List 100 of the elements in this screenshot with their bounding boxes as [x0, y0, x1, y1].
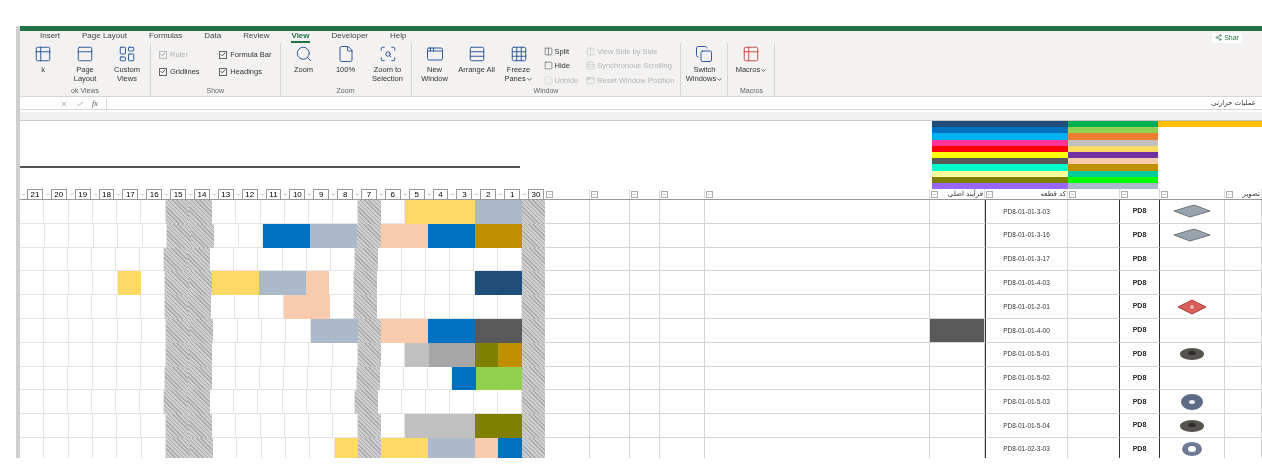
ribbon-tab[interactable]: Insert [40, 31, 60, 43]
table-cell [660, 247, 705, 272]
share-icon [1215, 34, 1223, 42]
table-cell [630, 223, 660, 248]
filter-dropdown-icon[interactable] [283, 191, 289, 197]
search-icon [294, 45, 313, 63]
table-cell [630, 366, 660, 391]
table-cell [545, 366, 590, 391]
ribbon-tab[interactable]: Review [243, 31, 270, 43]
ribbon-tab[interactable]: Page Layout [82, 31, 127, 43]
filter-dropdown-icon[interactable] [378, 191, 384, 197]
filter-dropdown-icon[interactable] [591, 190, 598, 198]
square-icon [543, 75, 553, 85]
filter-dropdown-icon[interactable] [931, 190, 938, 198]
column-number: 9 [313, 188, 330, 200]
filter-dropdown-icon[interactable] [307, 191, 313, 197]
filter-dropdown-icon[interactable] [986, 190, 993, 198]
table-cell [660, 271, 705, 296]
table-cell [660, 342, 705, 367]
filter-dropdown-icon[interactable] [546, 190, 553, 198]
checkbox[interactable] [219, 50, 228, 59]
table-cell [660, 366, 705, 391]
filter-dropdown-icon[interactable] [331, 191, 337, 197]
column-number: 1 [504, 188, 521, 200]
filter-dropdown-icon[interactable] [1226, 190, 1233, 198]
filter-dropdown-icon[interactable] [706, 190, 713, 198]
filter-dropdown-icon[interactable] [188, 191, 193, 197]
filter-dropdown-icon[interactable] [498, 191, 504, 197]
filter-dropdown-icon[interactable] [426, 191, 432, 197]
windows-icon [695, 45, 714, 63]
ribbon-tab[interactable]: Data [204, 31, 222, 43]
filter-dropdown-icon[interactable] [211, 191, 217, 197]
column-number: 12 [241, 188, 258, 200]
column-number: 5 [408, 188, 425, 200]
filter-dropdown-icon[interactable] [1161, 190, 1168, 198]
table-cell [590, 271, 630, 296]
column-number: 3 [456, 188, 473, 200]
filter-dropdown-icon[interactable] [116, 191, 122, 197]
filter-dropdown-icon[interactable] [235, 191, 241, 197]
table-cell [545, 223, 590, 248]
window-icon [425, 45, 444, 63]
filter-dropdown-icon[interactable] [355, 191, 361, 197]
cancel-icon[interactable] [60, 99, 68, 108]
filter-dropdown-icon[interactable] [164, 191, 170, 197]
checkbox[interactable] [159, 67, 167, 76]
table-cell [590, 390, 630, 415]
filter-dropdown-icon[interactable] [631, 190, 638, 198]
filter-dropdown-icon[interactable] [522, 191, 528, 197]
filter-dropdown-icon[interactable] [21, 191, 26, 197]
column-number: 18 [98, 188, 115, 200]
ribbon-tab[interactable]: Formulas [148, 31, 183, 43]
column-number: 30 [528, 188, 544, 200]
enter-icon[interactable] [76, 99, 84, 108]
column-number: 2 [480, 188, 497, 200]
table-cell [660, 223, 705, 248]
column-number: 7 [361, 188, 377, 200]
column-number: 13 [217, 188, 234, 200]
filter-dropdown-icon[interactable] [140, 191, 146, 197]
table-cell [545, 247, 590, 272]
table-cell [545, 342, 590, 367]
ribbon-tab[interactable]: Help [390, 31, 407, 43]
page-layout-icon [76, 45, 94, 63]
table-cell [545, 414, 590, 438]
table-cell [590, 319, 630, 343]
check-icon [220, 51, 227, 59]
table-cell [590, 366, 630, 391]
table-cell [1225, 319, 1262, 343]
table-cell [590, 223, 630, 248]
table-cell [1225, 366, 1262, 391]
column-number: 20 [50, 188, 67, 200]
table-cell [660, 295, 705, 319]
table-cell [660, 414, 705, 438]
table-cell [590, 342, 630, 367]
filter-dropdown-icon[interactable] [44, 191, 50, 197]
filter-dropdown-icon[interactable] [450, 191, 456, 197]
table-cell [630, 247, 660, 272]
filter-dropdown-icon[interactable] [92, 191, 98, 197]
table-cell [545, 390, 590, 415]
ribbon-tab[interactable]: Developer [331, 31, 368, 43]
column-number: 10 [289, 188, 306, 200]
column-number: 15 [170, 188, 186, 200]
filter-dropdown-icon[interactable] [1069, 190, 1076, 198]
function-button[interactable]: fx [92, 97, 98, 110]
split-icon [543, 47, 553, 57]
filter-dropdown-icon[interactable] [259, 191, 265, 197]
filter-dropdown-icon[interactable] [1121, 190, 1128, 198]
filter-dropdown-icon[interactable] [661, 190, 668, 198]
checkbox[interactable] [219, 67, 228, 76]
table-cell [630, 271, 660, 296]
table-cell [1225, 247, 1262, 272]
table-cell [545, 319, 590, 343]
table-cell [660, 319, 705, 343]
column-number: 14 [194, 188, 210, 200]
check-icon [220, 68, 227, 76]
filter-dropdown-icon[interactable] [402, 191, 408, 197]
filter-dropdown-icon[interactable] [68, 191, 74, 197]
check-icon [160, 68, 166, 76]
views-icon [118, 45, 136, 63]
filter-dropdown-icon[interactable] [474, 191, 480, 197]
column-number: 16 [146, 188, 163, 200]
